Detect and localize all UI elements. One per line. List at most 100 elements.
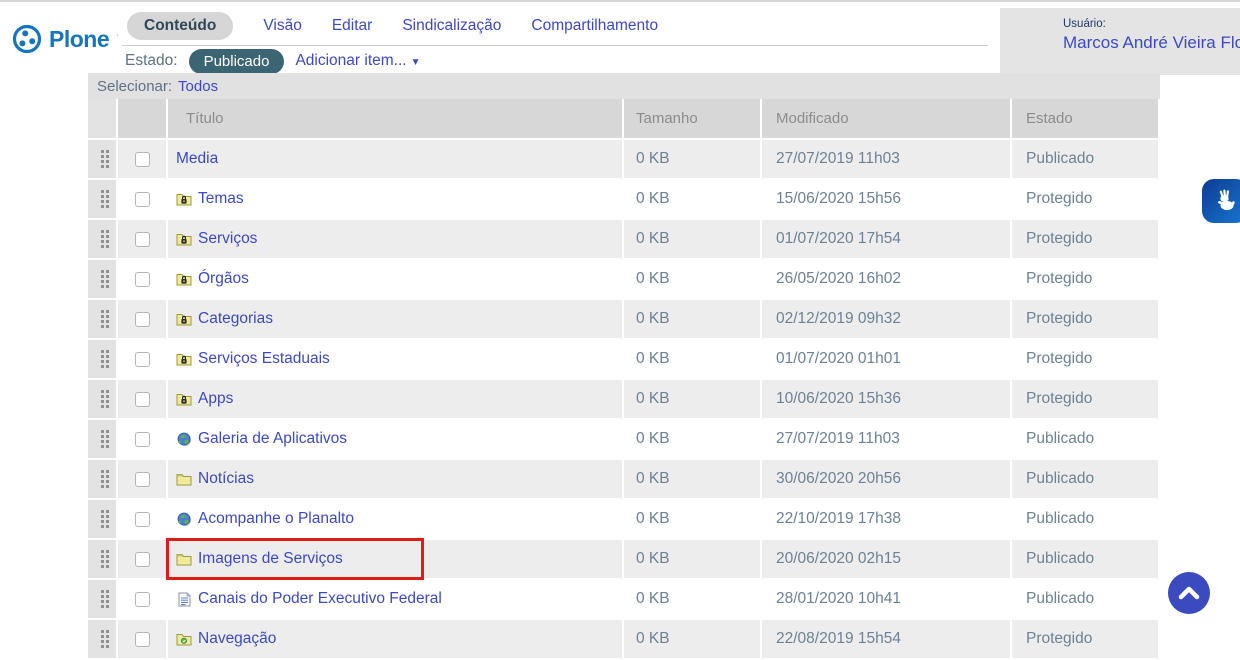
table-row: Navegação 0 KB 22/08/2019 15h54 Protegid… — [88, 620, 1160, 658]
row-checkbox[interactable] — [135, 592, 150, 607]
drag-dots-icon — [101, 550, 104, 553]
drag-handle[interactable] — [88, 140, 116, 178]
table-row: Canais do Poder Executivo Federal 0 KB 2… — [88, 580, 1160, 618]
tab-visao[interactable]: Visão — [263, 17, 302, 35]
item-modified: 01/07/2020 17h54 — [762, 220, 1010, 258]
user-name: Marcos André Vieira Flores — [1063, 33, 1240, 52]
drag-handle[interactable] — [88, 620, 116, 658]
item-title-link[interactable]: Apps — [198, 390, 233, 408]
item-state: Protegido — [1012, 380, 1158, 418]
chevron-up-icon — [1178, 586, 1200, 600]
row-checkbox[interactable] — [135, 312, 150, 327]
row-checkbox[interactable] — [135, 152, 150, 167]
row-checkbox[interactable] — [135, 632, 150, 647]
item-modified: 28/01/2020 10h41 — [762, 580, 1010, 618]
row-checkbox[interactable] — [135, 232, 150, 247]
row-checkbox[interactable] — [135, 352, 150, 367]
drag-handle[interactable] — [88, 580, 116, 618]
row-checkbox-cell — [118, 620, 166, 658]
item-size: 0 KB — [624, 140, 760, 178]
folder-lock-icon — [176, 192, 192, 207]
globe-icon — [176, 512, 192, 527]
row-title-cell: Serviços — [168, 220, 622, 258]
item-title-link[interactable]: Categorias — [198, 310, 273, 328]
row-checkbox-cell — [118, 260, 166, 298]
column-header-title[interactable]: Título — [168, 99, 622, 138]
tab-compartilhamento[interactable]: Compartilhamento — [531, 17, 658, 35]
drag-dots-icon — [101, 590, 104, 593]
drag-handle[interactable] — [88, 180, 116, 218]
tab-sindicalizacao[interactable]: Sindicalização — [402, 17, 501, 35]
drag-handle[interactable] — [88, 380, 116, 418]
accessibility-widget[interactable] — [1202, 179, 1240, 223]
item-title-link[interactable]: Canais do Poder Executivo Federal — [198, 590, 442, 608]
workflow-state-row: Estado: Publicado Adicionar item...▼ — [125, 48, 421, 74]
row-checkbox[interactable] — [135, 552, 150, 567]
globe-icon — [176, 432, 192, 447]
row-checkbox-cell — [118, 420, 166, 458]
item-title-link[interactable]: Acompanhe o Planalto — [198, 510, 354, 528]
item-size: 0 KB — [624, 180, 760, 218]
drag-handle[interactable] — [88, 500, 116, 538]
table-row: Serviços 0 KB 01/07/2020 17h54 Protegido — [88, 220, 1160, 258]
row-title-cell: Imagens de Serviços — [168, 540, 622, 578]
folder-lock-icon — [176, 312, 192, 327]
item-size: 0 KB — [624, 620, 760, 658]
row-checkbox[interactable] — [135, 272, 150, 287]
drag-handle[interactable] — [88, 460, 116, 498]
drag-handle[interactable] — [88, 420, 116, 458]
item-modified: 27/07/2019 11h03 — [762, 140, 1010, 178]
drag-handle[interactable] — [88, 220, 116, 258]
content-tabs: Conteúdo Visão Editar Sindicalização Compart… — [127, 10, 658, 42]
row-checkbox[interactable] — [135, 392, 150, 407]
item-state: Protegido — [1012, 340, 1158, 378]
item-state: Protegido — [1012, 220, 1158, 258]
item-size: 0 KB — [624, 300, 760, 338]
plone-logo[interactable]: Plone ˙ — [12, 24, 119, 54]
drag-dots-icon — [101, 430, 104, 433]
item-modified: 02/12/2019 09h32 — [762, 300, 1010, 338]
plone-logo-trademark: ˙ — [116, 34, 119, 45]
column-header-state[interactable]: Estado — [1012, 99, 1158, 138]
item-title-link[interactable]: Imagens de Serviços — [198, 550, 343, 568]
row-title-cell: Serviços Estaduais — [168, 340, 622, 378]
row-checkbox[interactable] — [135, 192, 150, 207]
table-row: Acompanhe o Planalto 0 KB 22/10/2019 17h… — [88, 500, 1160, 538]
tab-editar[interactable]: Editar — [332, 17, 373, 35]
tab-conteudo[interactable]: Conteúdo — [127, 12, 233, 40]
item-title-link[interactable]: Galeria de Aplicativos — [198, 430, 347, 448]
item-title-link[interactable]: Serviços — [198, 230, 257, 248]
state-badge[interactable]: Publicado — [189, 49, 285, 74]
row-checkbox-cell — [118, 140, 166, 178]
drag-handle[interactable] — [88, 260, 116, 298]
item-title-link[interactable]: Navegação — [198, 630, 276, 648]
item-title-link[interactable]: Notícias — [198, 470, 254, 488]
row-checkbox-cell — [118, 300, 166, 338]
drag-handle[interactable] — [88, 300, 116, 338]
drag-dots-icon — [101, 510, 104, 513]
user-menu[interactable]: Marcos André Vieira Flores▼ — [1063, 33, 1240, 53]
folder-icon — [176, 552, 192, 567]
drag-dots-icon — [101, 350, 104, 353]
row-checkbox[interactable] — [135, 432, 150, 447]
row-checkbox[interactable] — [135, 472, 150, 487]
row-checkbox-cell — [118, 540, 166, 578]
drag-handle[interactable] — [88, 340, 116, 378]
drag-handle[interactable] — [88, 540, 116, 578]
item-title-link[interactable]: Serviços Estaduais — [198, 350, 330, 368]
item-modified: 26/05/2020 16h02 — [762, 260, 1010, 298]
column-header-size[interactable]: Tamanho — [624, 99, 760, 138]
item-title-link[interactable]: Órgãos — [198, 270, 249, 288]
item-size: 0 KB — [624, 540, 760, 578]
column-header-modified[interactable]: Modificado — [762, 99, 1010, 138]
row-checkbox[interactable] — [135, 512, 150, 527]
add-item-menu[interactable]: Adicionar item...▼ — [295, 52, 420, 70]
row-title-cell: Notícias — [168, 460, 622, 498]
item-title-link[interactable]: Media — [176, 150, 218, 168]
drag-dots-icon — [101, 190, 104, 193]
item-state: Protegido — [1012, 620, 1158, 658]
item-state: Protegido — [1012, 300, 1158, 338]
item-title-link[interactable]: Temas — [198, 190, 244, 208]
select-all-link[interactable]: Todos — [178, 78, 218, 95]
scroll-to-top-button[interactable] — [1168, 572, 1210, 614]
